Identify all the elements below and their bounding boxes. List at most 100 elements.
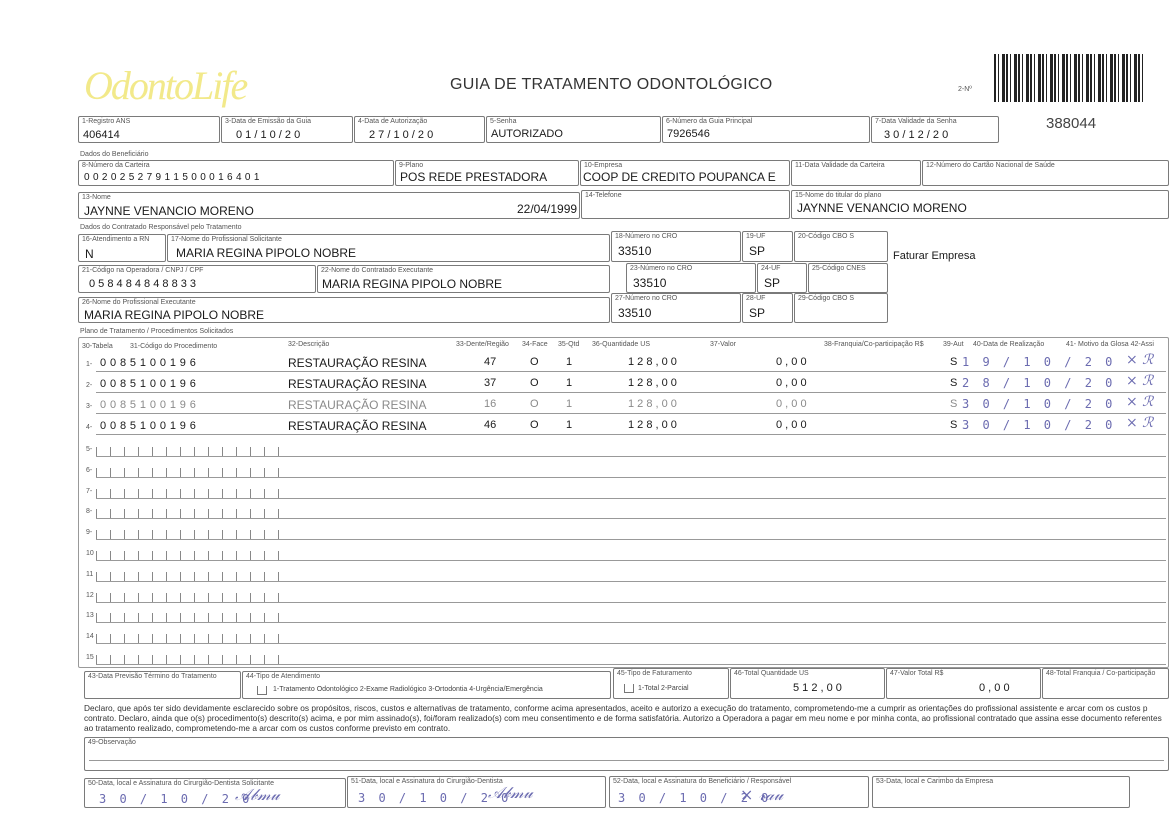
code-cell-divider <box>208 572 209 581</box>
observation-field[interactable]: 49-Observação <box>84 737 1169 771</box>
code-cell-divider <box>138 447 139 456</box>
password-validity-label: 7-Data Validade da Senha <box>875 118 957 125</box>
code-cell-divider <box>222 447 223 456</box>
total-franchise-field: 48-Total Franquia / Co-participação <box>1042 668 1169 699</box>
realization-date: 1 9 / 1 0 / 2 0 <box>962 355 1116 369</box>
code-cell-divider <box>208 634 209 643</box>
code-cell-divider <box>250 489 251 498</box>
code-cell-divider <box>152 551 153 560</box>
service-type-checkbox[interactable] <box>257 686 267 695</box>
cnes-label: 25-Código CNES <box>812 265 866 272</box>
service-type-options: 1-Tratamento Odontológico 2-Exame Radiol… <box>273 686 543 693</box>
holder-value: JAYNNE VENANCIO MORENO <box>797 201 967 215</box>
empty-row-line[interactable] <box>96 539 1166 540</box>
uf2-value: SP <box>764 276 781 290</box>
row-number: 2- <box>86 382 93 389</box>
header-glosa: 41- Motivo da Glosa 42-Assi <box>1066 341 1154 348</box>
code-cell-divider <box>250 468 251 477</box>
code-cell-divider <box>180 551 181 560</box>
empty-row-line[interactable] <box>96 622 1166 623</box>
row-number: 3- <box>86 403 93 410</box>
provider-section-title: Dados do Contratado Responsável pelo Tra… <box>80 224 242 231</box>
emission-date-field: 3-Data de Emissão da Guia 0 1 / 1 0 / 2 … <box>221 116 353 143</box>
code-cell-divider <box>110 572 111 581</box>
cbo3-label: 29-Código CBO S <box>798 295 855 302</box>
empty-row-line[interactable] <box>96 581 1166 582</box>
name-label: 13-Nome <box>82 194 111 201</box>
procedure-code: 0 0 8 5 1 0 0 1 9 6 <box>100 399 197 411</box>
empty-row-line[interactable] <box>96 664 1166 665</box>
code-cell-divider <box>180 447 181 456</box>
code-cell-divider <box>124 593 125 602</box>
requesting-professional-value: MARIA REGINA PIPOLO NOBRE <box>176 246 357 260</box>
cns-label: 12-Número do Cartão Nacional de Saúde <box>926 162 1055 169</box>
code-cell-divider <box>110 655 111 664</box>
row-number: 1- <box>86 361 93 368</box>
row-signature-mark: × ℛ <box>1126 352 1154 368</box>
quantity-us: 1 2 8 , 0 0 <box>628 356 677 368</box>
code-cell-divider <box>96 634 97 643</box>
executing-provider-field: 22-Nome do Contratado Executante MARIA R… <box>317 265 610 293</box>
code-cell-divider <box>264 572 265 581</box>
quantity: 1 <box>566 356 573 368</box>
name-value: JAYNNE VENANCIO MORENO <box>84 204 254 218</box>
empty-row-line[interactable] <box>96 560 1166 561</box>
code-cell-divider <box>180 509 181 518</box>
empty-row-number: 14 <box>86 633 94 640</box>
empty-row-line[interactable] <box>96 498 1166 499</box>
code-cell-divider <box>166 468 167 477</box>
code-cell-divider <box>180 468 181 477</box>
row-signature-mark: × ℛ <box>1126 373 1154 389</box>
code-cell-divider <box>110 530 111 539</box>
code-cell-divider <box>194 634 195 643</box>
uf2-field: 24-UF SP <box>757 263 807 293</box>
company-field: 10-Empresa COOP DE CREDITO POUPANCA E <box>580 160 790 186</box>
empty-row-line[interactable] <box>96 477 1166 478</box>
empty-row-number: 11 <box>86 571 94 578</box>
row-underline <box>96 413 1166 414</box>
code-cell-divider <box>152 530 153 539</box>
uf-field: 19-UF SP <box>742 231 793 262</box>
code-cell-divider <box>250 530 251 539</box>
empty-row-line[interactable] <box>96 602 1166 603</box>
empty-row-number: 12 <box>86 592 94 599</box>
cro3-label: 27-Número no CRO <box>615 295 678 302</box>
code-cell-divider <box>152 655 153 664</box>
code-cell-divider <box>222 509 223 518</box>
code-cell-divider <box>110 551 111 560</box>
code-cell-divider <box>236 593 237 602</box>
code-cell-divider <box>222 593 223 602</box>
plan-value: POS REDE PRESTADORA <box>400 170 548 184</box>
code-cell-divider <box>152 593 153 602</box>
signature-52-scribble: × 𝓇𝒶𝓊 <box>740 785 783 804</box>
quantity: 1 <box>566 419 573 431</box>
code-cell-divider <box>250 551 251 560</box>
empty-row-line[interactable] <box>96 643 1166 644</box>
card-number-field: 8-Número da Carteira 0 0 2 0 2 5 2 7 9 1… <box>78 160 394 186</box>
total-value-value: 0 , 0 0 <box>979 682 1010 694</box>
billing-type-checkbox[interactable] <box>624 684 634 693</box>
code-cell-divider <box>278 509 279 518</box>
code-cell-divider <box>180 530 181 539</box>
authorization-date-label: 4-Data de Autorização <box>358 118 428 125</box>
code-cell-divider <box>264 468 265 477</box>
header-qtd-us: 36-Quantidade US <box>592 341 650 348</box>
empty-row-line[interactable] <box>96 518 1166 519</box>
code-cell-divider <box>236 489 237 498</box>
cro2-label: 23-Número no CRO <box>630 265 693 272</box>
cro2-value: 33510 <box>633 276 667 290</box>
executing-professional-field: 26-Nome do Profissional Executante MARIA… <box>78 297 610 323</box>
row-number: 4- <box>86 424 93 431</box>
cbo3-field: 29-Código CBO S <box>794 293 888 323</box>
code-cell-divider <box>96 572 97 581</box>
code-cell-divider <box>166 655 167 664</box>
code-cell-divider <box>208 530 209 539</box>
operator-code-value: 0 5 8 4 8 4 8 4 8 8 3 3 <box>89 278 197 290</box>
header-franquia: 38-Franquia/Co-participação R$ <box>824 341 924 348</box>
code-cell-divider <box>110 509 111 518</box>
cbo-field: 20-Código CBO S <box>794 231 888 262</box>
empty-row-line[interactable] <box>96 456 1166 457</box>
code-cell-divider <box>152 447 153 456</box>
procedure-description: RESTAURAÇÃO RESINA <box>288 377 427 391</box>
password-field: 5-Senha AUTORIZADO <box>486 116 661 143</box>
